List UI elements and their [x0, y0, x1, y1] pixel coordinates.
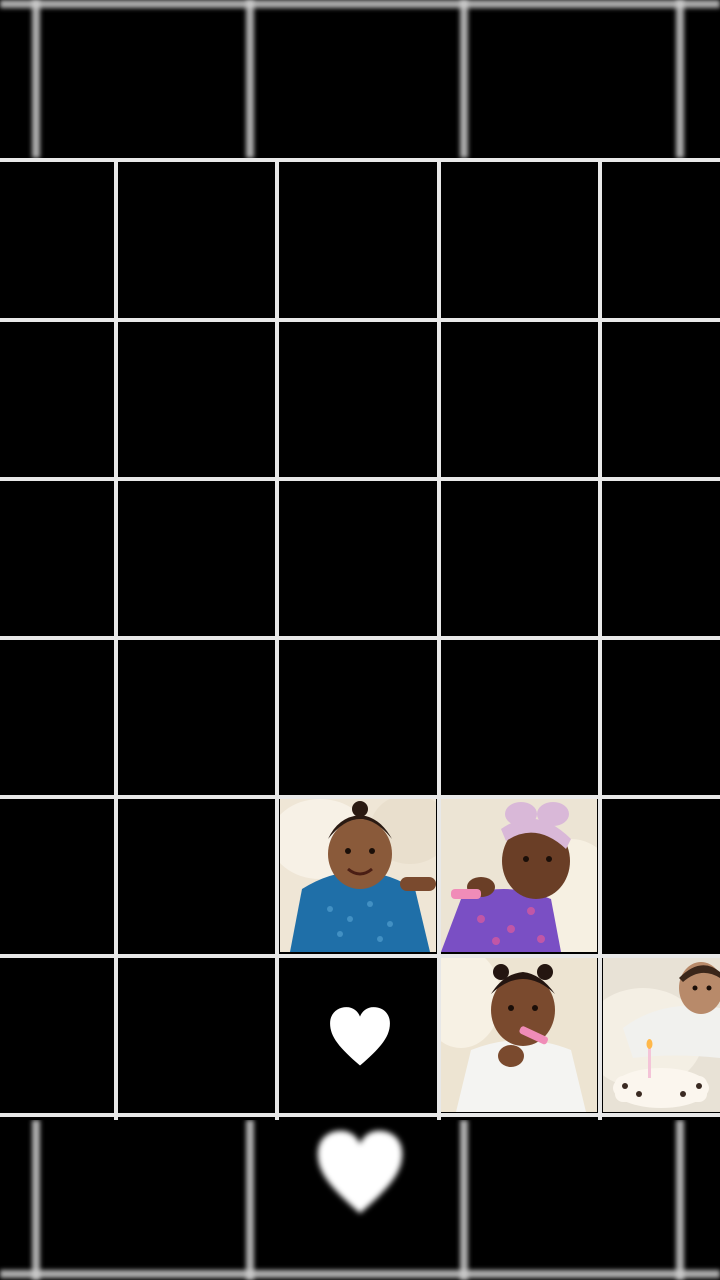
grid-line [598, 158, 602, 1120]
grid-line [0, 477, 720, 481]
background-blur-bottom [0, 1120, 720, 1280]
heart-icon [312, 1124, 408, 1222]
blur-grid-line [0, 1270, 720, 1278]
baby-photo-birthday-cake[interactable] [603, 958, 720, 1112]
blur-grid-line [0, 0, 720, 8]
blur-grid-line [32, 1120, 40, 1280]
blur-grid-line [32, 0, 40, 158]
photo-image [280, 799, 436, 952]
photo-image [441, 799, 597, 952]
baby-photo-purple-dress-headband[interactable] [441, 799, 597, 952]
background-blur-top [0, 0, 720, 158]
photo-image [441, 958, 597, 1112]
grid-line [0, 318, 720, 322]
blur-grid-line [676, 0, 684, 158]
blur-grid-line [246, 1120, 254, 1280]
blur-grid-line [460, 0, 468, 158]
grid-line [0, 1113, 720, 1117]
baby-photo-white-outfit[interactable] [441, 958, 597, 1112]
baby-photo-blue-dress[interactable] [280, 799, 436, 952]
grid-line [0, 636, 720, 640]
blur-grid-line [676, 1120, 684, 1280]
grid-line [275, 158, 279, 1120]
blur-grid-line [246, 0, 254, 158]
blur-grid-line [460, 1120, 468, 1280]
photo-grid [0, 158, 720, 1120]
grid-line [114, 158, 118, 1120]
heart-icon [326, 1000, 394, 1074]
photo-image [603, 958, 720, 1112]
grid-line [0, 158, 720, 162]
